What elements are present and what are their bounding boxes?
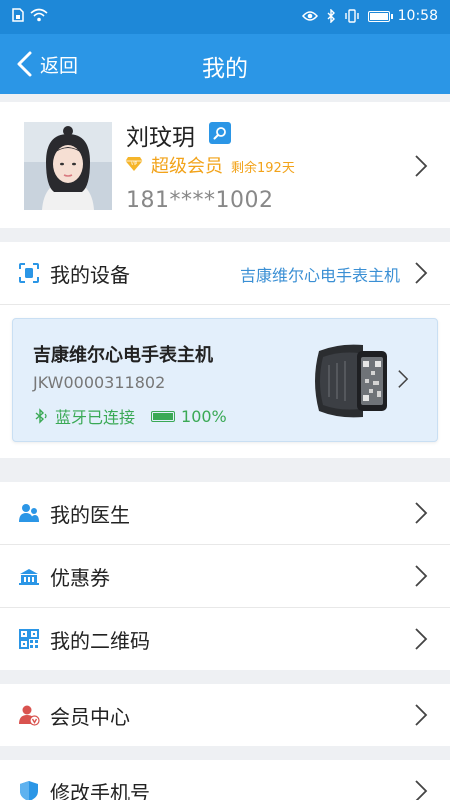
status-right: 10:58 bbox=[301, 8, 438, 24]
menu-item-member-center[interactable]: 会员中心 bbox=[0, 684, 450, 746]
my-devices-row[interactable]: 我的设备 吉康维尔心电手表主机 bbox=[0, 242, 450, 304]
member-center-icon bbox=[19, 705, 40, 726]
user-name: 刘玟玥 bbox=[126, 125, 195, 151]
status-left bbox=[12, 8, 48, 22]
menu-label-member-center: 会员中心 bbox=[50, 705, 130, 729]
chevron-right-icon bbox=[415, 155, 428, 177]
shield-icon bbox=[20, 781, 38, 800]
eye-comfort-icon bbox=[301, 11, 318, 21]
devices-section: 我的设备 吉康维尔心电手表主机 吉康维尔心电手表主机 JKW0000311802… bbox=[0, 242, 450, 458]
menu-group-member: 会员中心 bbox=[0, 684, 450, 746]
bluetooth-icon bbox=[35, 408, 47, 424]
battery-fill bbox=[369, 12, 388, 20]
menu-label-qrcode: 我的二维码 bbox=[50, 629, 150, 653]
vibrate-icon bbox=[344, 9, 359, 23]
wifi-icon bbox=[30, 8, 48, 22]
chevron-right-icon bbox=[415, 502, 428, 524]
current-device-name: 吉康维尔心电手表主机 bbox=[239, 266, 400, 285]
battery-icon bbox=[367, 10, 393, 22]
my-devices-label: 我的设备 bbox=[50, 263, 130, 287]
doctor-icon bbox=[19, 504, 39, 522]
menu-item-doctor[interactable]: 我的医生 bbox=[0, 482, 450, 544]
member-label: 超级会员 bbox=[151, 156, 223, 177]
device-battery-fill bbox=[153, 412, 174, 420]
status-time: 10:58 bbox=[397, 8, 438, 24]
nav-bar: 返回 我的 bbox=[0, 34, 450, 94]
page-title: 我的 bbox=[202, 56, 248, 82]
device-card[interactable]: 吉康维尔心电手表主机 JKW0000311802 蓝牙已连接 100% bbox=[12, 318, 438, 442]
menu-group-main: 我的医生 优惠券 我的二维码 bbox=[0, 482, 450, 670]
menu-item-qrcode[interactable]: 我的二维码 bbox=[0, 608, 450, 670]
profile-card[interactable]: 刘玟玥 VIP 超级会员 剩余192天 181****1002 bbox=[0, 102, 450, 228]
device-card-title: 吉康维尔心电手表主机 bbox=[33, 345, 213, 366]
device-id: JKW0000311802 bbox=[33, 373, 166, 392]
device-battery-icon bbox=[151, 410, 176, 422]
menu-item-coupons[interactable]: 优惠券 bbox=[0, 545, 450, 607]
menu-group-account: 修改手机号 bbox=[0, 760, 450, 800]
coupon-icon bbox=[19, 569, 39, 585]
phone-number: 181****1002 bbox=[126, 188, 274, 213]
menu-item-change-phone[interactable]: 修改手机号 bbox=[0, 760, 450, 800]
bluetooth-status-row: 蓝牙已连接 100% bbox=[33, 404, 227, 428]
member-row: VIP 超级会员 剩余192天 bbox=[125, 152, 295, 178]
menu-label-change-phone: 修改手机号 bbox=[50, 781, 150, 800]
chevron-right-icon bbox=[415, 565, 428, 587]
svg-text:VIP: VIP bbox=[131, 161, 138, 166]
avatar-image bbox=[24, 122, 112, 210]
member-remaining: 剩余192天 bbox=[231, 161, 295, 176]
chevron-right-icon bbox=[398, 370, 409, 388]
vip-diamond-icon: VIP bbox=[125, 157, 143, 171]
avatar[interactable] bbox=[24, 122, 112, 210]
chevron-right-icon bbox=[415, 704, 428, 726]
device-battery-text: 100% bbox=[181, 406, 227, 426]
chevron-right-icon bbox=[415, 628, 428, 650]
bluetooth-status-text: 蓝牙已连接 bbox=[55, 408, 136, 427]
bluetooth-status-icon bbox=[327, 9, 335, 23]
search-icon bbox=[213, 127, 226, 140]
device-scan-icon bbox=[19, 263, 39, 283]
menu-label-coupons: 优惠券 bbox=[50, 566, 110, 590]
watch-image bbox=[315, 344, 387, 418]
chevron-right-icon bbox=[415, 262, 428, 284]
sim-icon bbox=[12, 8, 24, 22]
search-badge[interactable] bbox=[209, 122, 231, 144]
qrcode-icon bbox=[19, 629, 39, 649]
status-bar: 10:58 bbox=[0, 0, 450, 34]
chevron-right-icon bbox=[415, 780, 428, 800]
menu-label-doctor: 我的医生 bbox=[50, 503, 130, 527]
divider bbox=[0, 304, 450, 305]
